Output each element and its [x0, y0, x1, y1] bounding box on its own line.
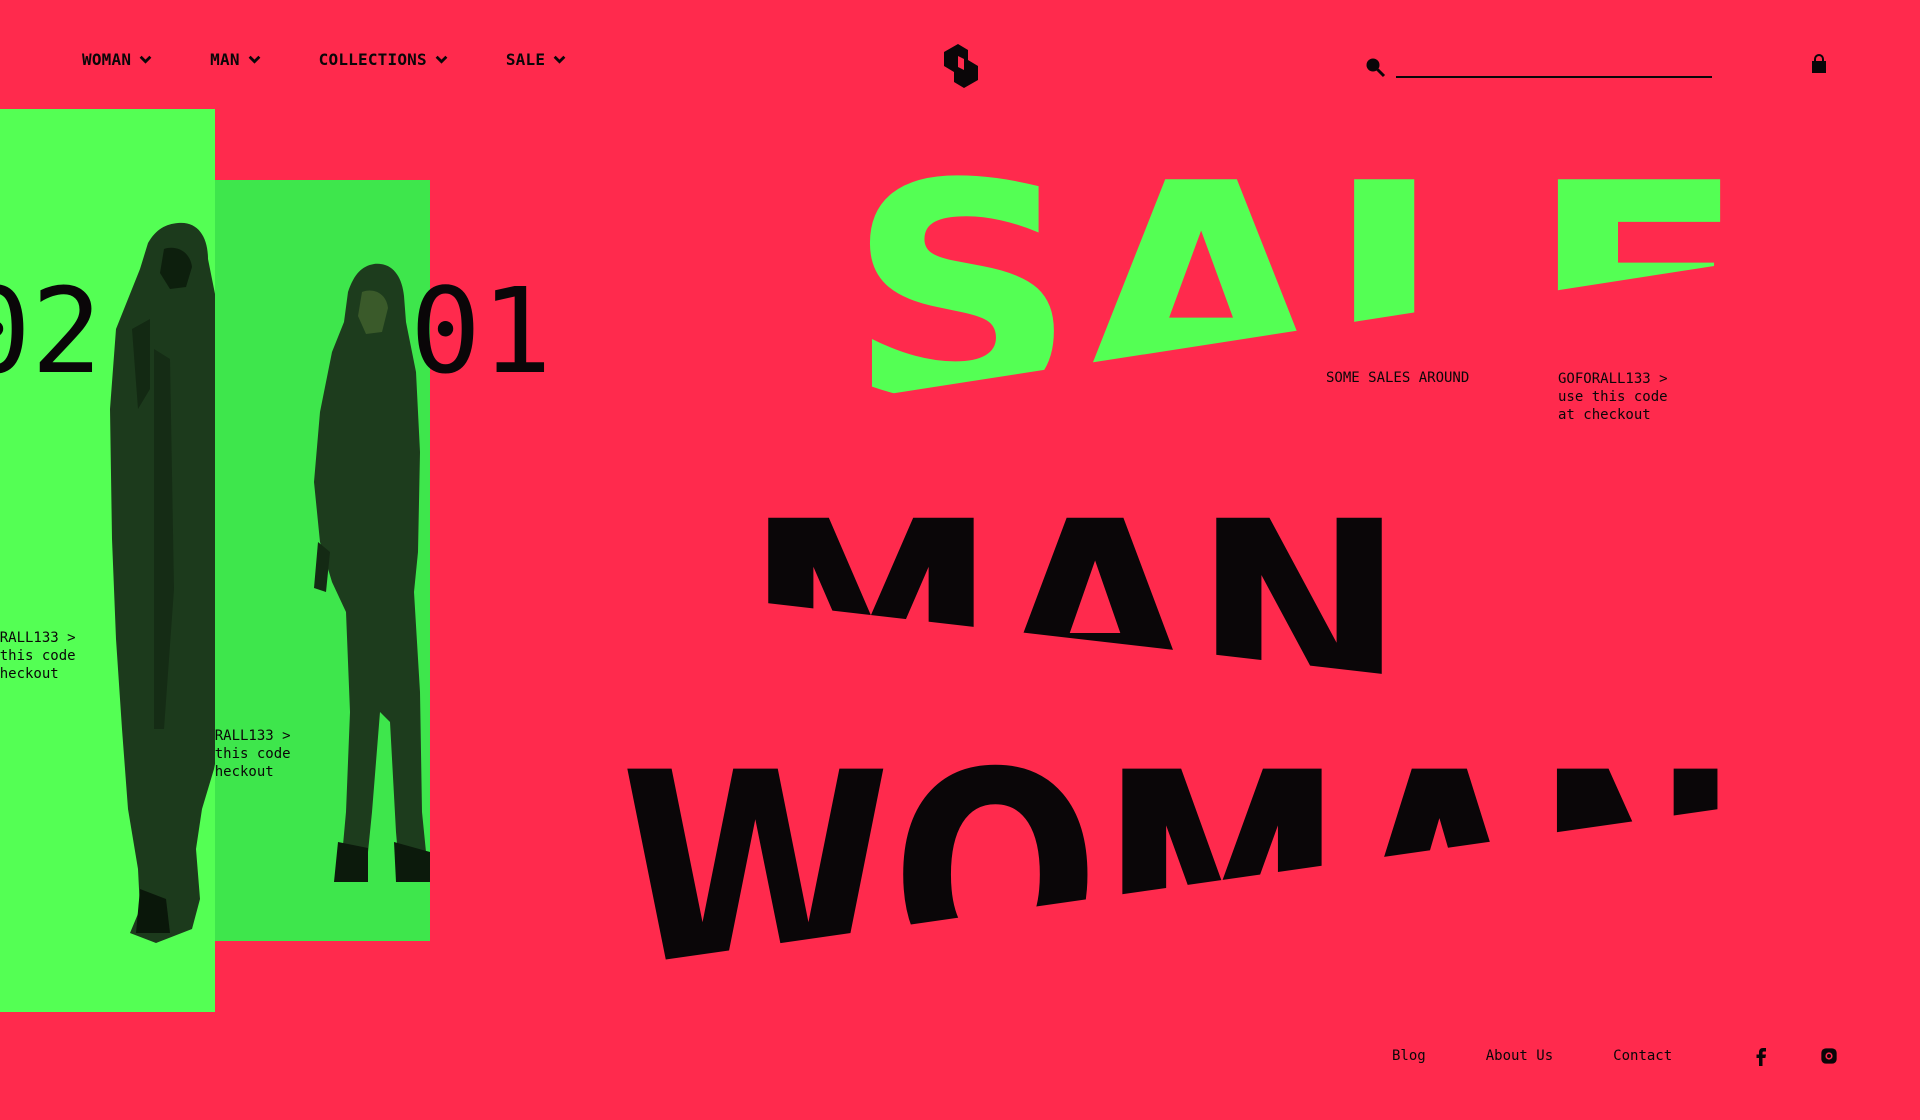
nav-item-man[interactable]: MAN: [210, 50, 261, 69]
nav-item-label: MAN: [210, 50, 240, 69]
main-nav: WOMAN MAN COLLECTIONS SALE: [82, 50, 566, 69]
card-number-01: 01: [410, 262, 553, 400]
chevron-down-icon: [553, 55, 566, 64]
promo-label: SOME SALES AROUND: [1326, 370, 1470, 386]
hero-word-man[interactable]: MAN: [745, 468, 1405, 759]
promo-code-text: GOFORALL133 > use this code at checkout: [1558, 371, 1668, 423]
facebook-icon[interactable]: [1752, 1046, 1770, 1066]
chevron-down-icon: [139, 55, 152, 64]
hero-word-woman[interactable]: WOMAN: [620, 712, 1740, 1049]
instagram-icon[interactable]: [1820, 1046, 1838, 1066]
brand-logo-icon[interactable]: [934, 38, 988, 92]
search-bar: [1364, 54, 1712, 78]
nav-item-collections[interactable]: COLLECTIONS: [319, 50, 448, 69]
nav-item-woman[interactable]: WOMAN: [82, 50, 152, 69]
product-card-01[interactable]: GOFORALL133 > use this code at checkout: [215, 180, 430, 941]
card-number-02: 02: [0, 262, 103, 400]
nav-item-label: SALE: [505, 50, 546, 69]
product-card-02[interactable]: GOFORALL133 > use this code at checkout: [0, 109, 215, 1012]
search-input[interactable]: [1396, 58, 1712, 78]
footer-link-contact[interactable]: Contact: [1613, 1048, 1672, 1064]
nav-item-label: WOMAN: [82, 50, 132, 69]
search-icon[interactable]: [1364, 56, 1386, 78]
footer-links: Blog About Us Contact: [1392, 1048, 1672, 1064]
model-figure-image: [110, 222, 215, 943]
card-promo-code: GOFORALL133 > use this code at checkout: [215, 728, 291, 780]
shopping-bag-icon[interactable]: [1810, 54, 1828, 74]
nav-item-sale[interactable]: SALE: [506, 50, 566, 69]
footer-link-blog[interactable]: Blog: [1392, 1048, 1426, 1064]
chevron-down-icon: [435, 55, 448, 64]
card-promo-code: GOFORALL133 > use this code at checkout: [0, 630, 76, 682]
chevron-down-icon: [248, 55, 261, 64]
nav-item-label: COLLECTIONS: [318, 50, 427, 69]
footer-link-about-us[interactable]: About Us: [1486, 1048, 1553, 1064]
